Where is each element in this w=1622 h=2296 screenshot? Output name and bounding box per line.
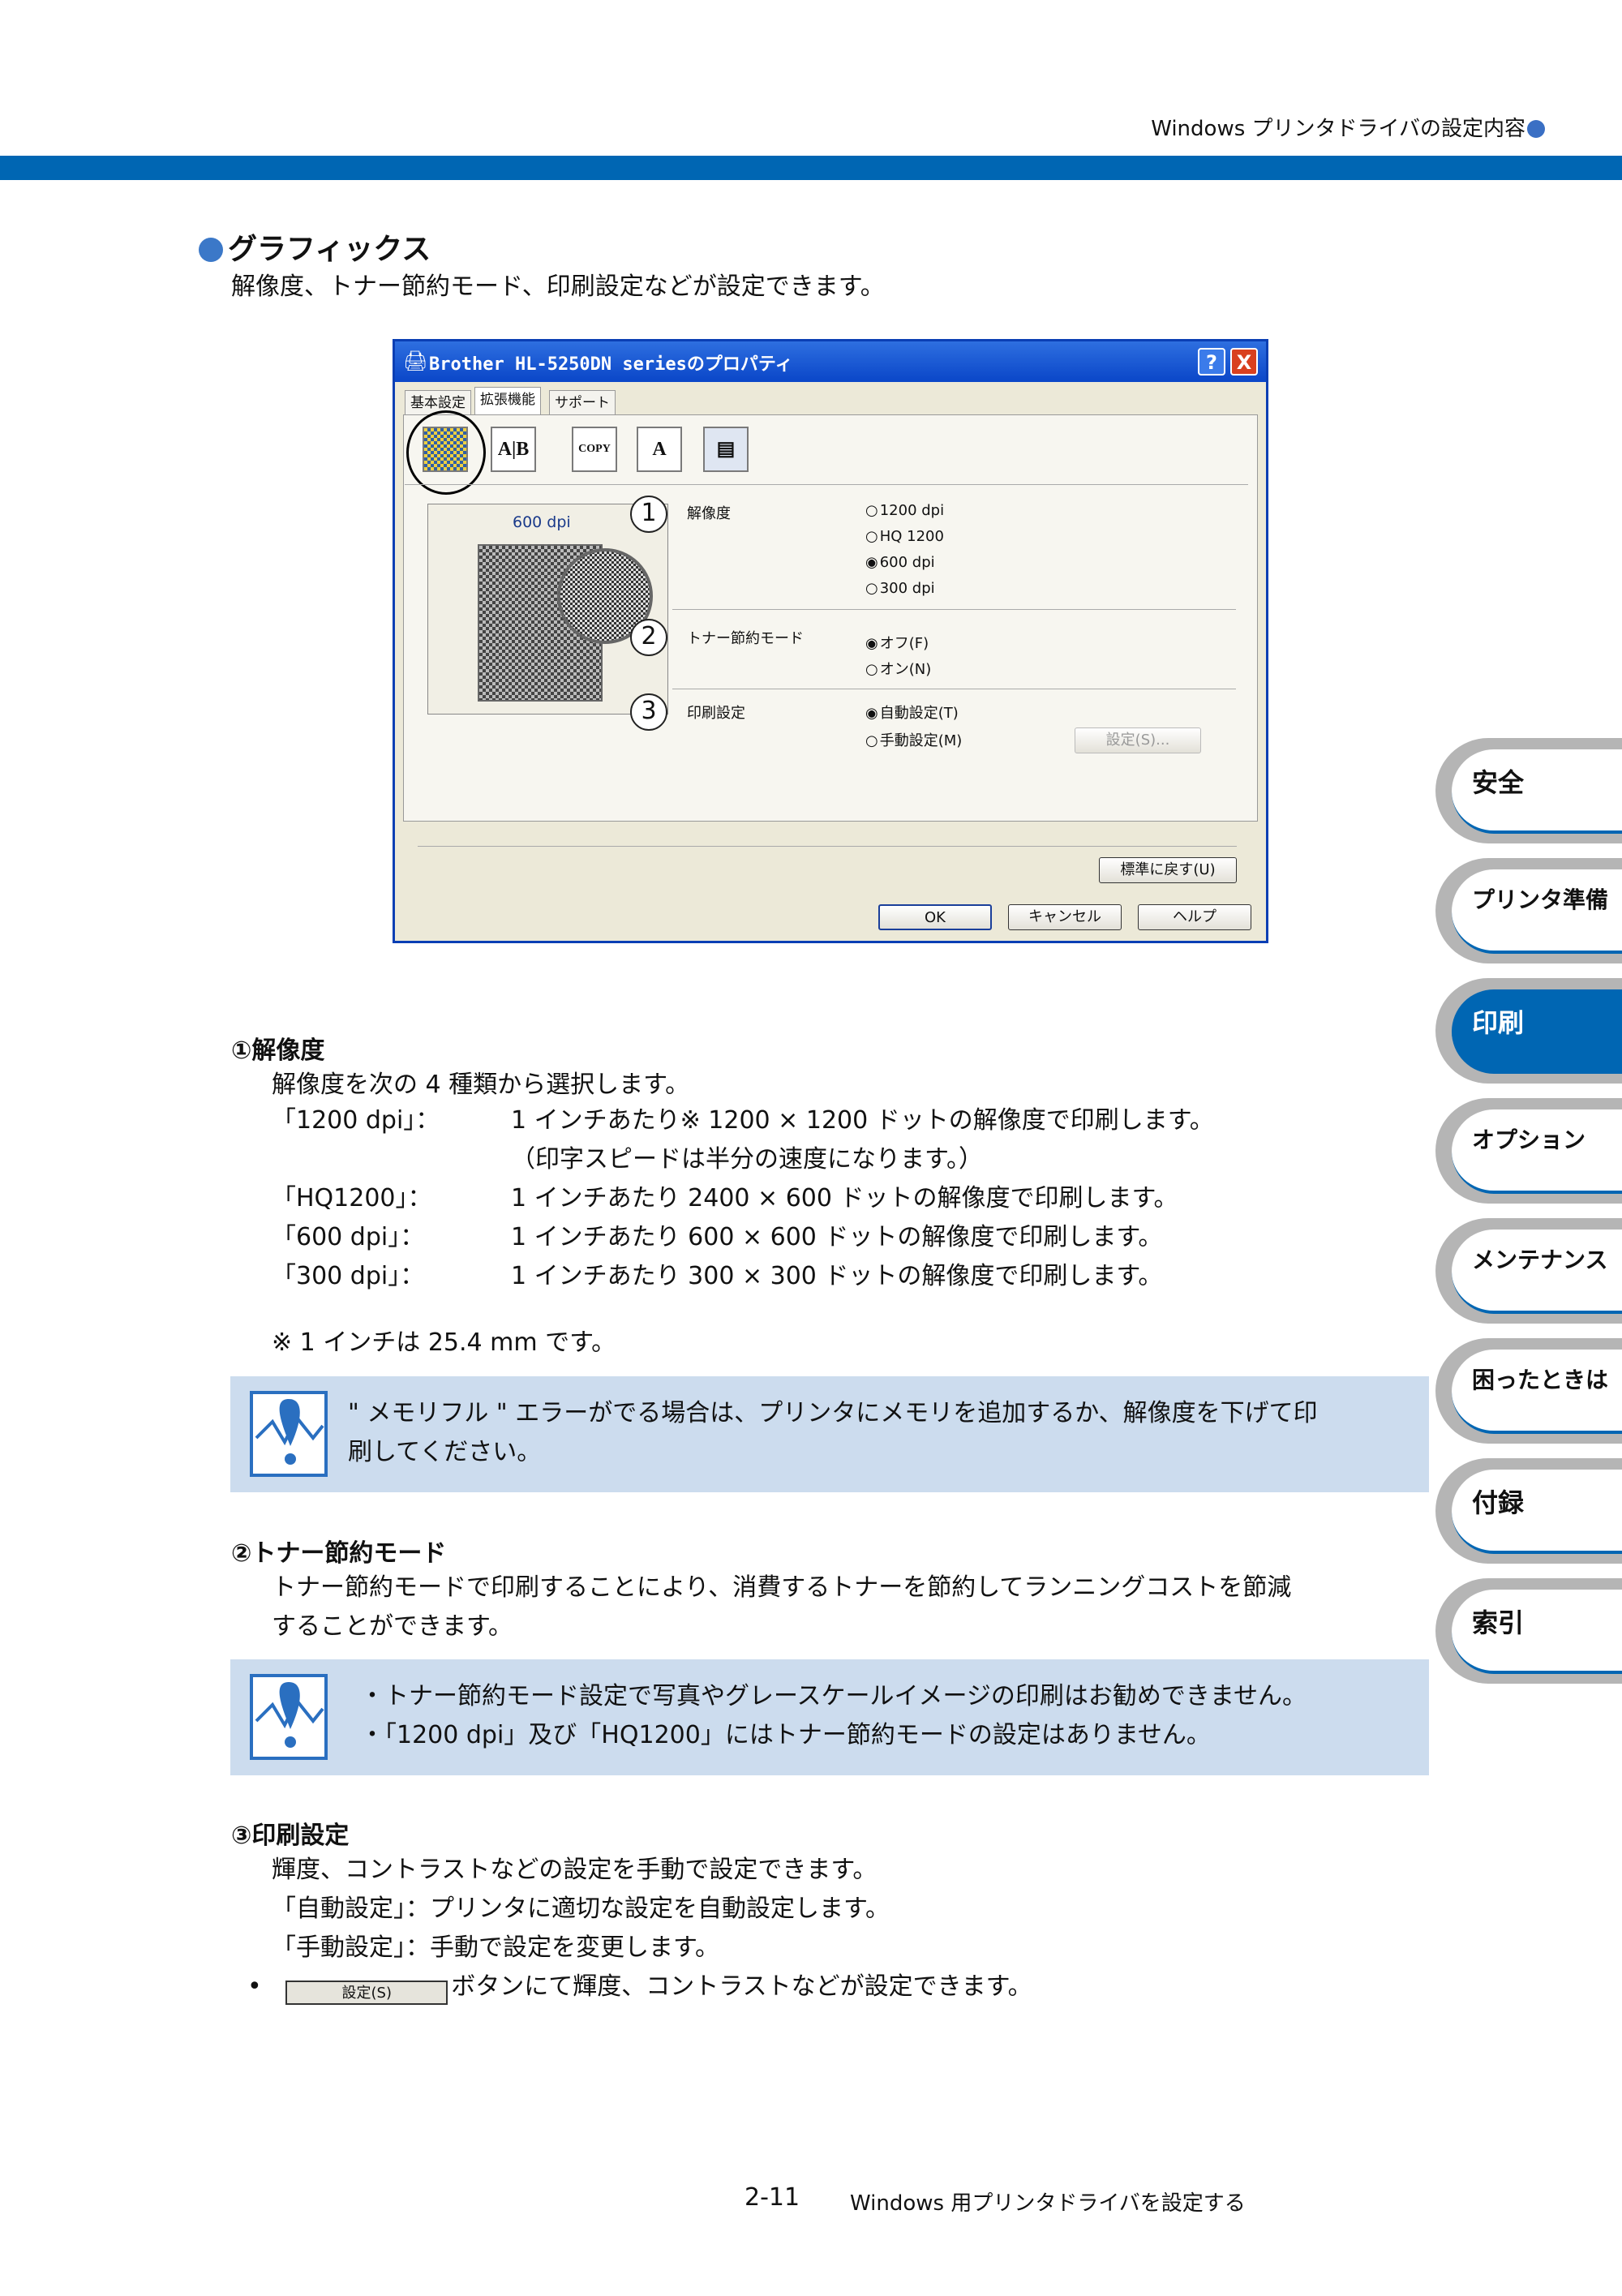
toner-body: することができます。 <box>272 1612 513 1641</box>
side-tab-index[interactable]: 索引 <box>1435 1578 1622 1684</box>
radio-toner-on[interactable]: オン(N) <box>865 658 932 679</box>
toner-save-label: トナー節約モード <box>687 630 804 647</box>
printer-icon: 🖨 <box>403 350 428 372</box>
settings-button-image: 設定(S) <box>285 1981 448 2005</box>
footer-title: Windows 用プリンタドライバを設定する <box>850 2191 1246 2216</box>
printset-line: 輝度、コントラストなどの設定を手動で設定できます。 <box>272 1856 878 1884</box>
resolution-intro: 解像度を次の 4 種類から選択します。 <box>272 1071 690 1099</box>
cancel-button[interactable]: キャンセル <box>1008 904 1122 930</box>
copy-icon[interactable]: COPY <box>572 427 617 472</box>
watermark-icon[interactable]: A|B <box>491 427 536 472</box>
close-icon[interactable]: X <box>1230 348 1258 376</box>
radio-toner-off[interactable]: オフ(F) <box>865 632 929 653</box>
radio-auto[interactable]: 自動設定(T) <box>865 702 959 723</box>
page-number: 2-11 <box>744 2183 800 2212</box>
tab-support[interactable]: サポート <box>549 390 616 414</box>
section-intro: 解像度、トナー節約モード、印刷設定などが設定できます。 <box>231 273 885 301</box>
radio-1200[interactable]: 1200 dpi <box>865 502 944 519</box>
row-desc: 1 インチあたり 300 × 300 ドットの解像度で印刷します。 <box>511 1262 1163 1290</box>
callout-number: 3 <box>630 693 667 731</box>
side-tab-print[interactable]: 印刷 <box>1435 978 1622 1084</box>
row-desc: 1 インチあたり 2400 × 600 ドットの解像度で印刷します。 <box>511 1184 1178 1212</box>
ok-button[interactable]: OK <box>878 904 992 930</box>
resolution-label: 解像度 <box>687 505 731 522</box>
row-key: 「600 dpi」： <box>272 1223 425 1251</box>
bullet-text: ボタンにて輝度、コントラストなどが設定できます。 <box>451 1972 1032 2001</box>
help-icon[interactable]: ? <box>1198 348 1225 376</box>
tab-advanced[interactable]: 拡張機能 <box>474 387 541 414</box>
side-tab-maintenance[interactable]: メンテナンス <box>1435 1218 1622 1324</box>
note-line: 刷してください。 <box>348 1438 542 1466</box>
note-line: " メモリフル " エラーがでる場合は、プリンタにメモリを追加するか、解像度を下… <box>348 1399 1318 1427</box>
callout-number: 1 <box>630 496 667 533</box>
printset-line: 「自動設定」：プリンタに適切な設定を自動設定します。 <box>272 1895 890 1923</box>
radio-manual[interactable]: 手動設定(M) <box>865 729 963 750</box>
running-header: Windows プリンタドライバの設定内容 <box>1151 112 1545 142</box>
dialog-titlebar: 🖨 Brother HL-5250DN seriesのプロパティ ? X <box>395 341 1266 382</box>
bullet-dot-icon <box>199 238 223 262</box>
printset-line: 「手動設定」：手動で設定を変更します。 <box>272 1933 719 1962</box>
bullet-icon: • <box>247 1972 262 2001</box>
row-desc: 1 インチあたり 600 × 600 ドットの解像度で印刷します。 <box>511 1223 1163 1251</box>
radio-hq1200[interactable]: HQ 1200 <box>865 528 944 545</box>
note-box: ・トナー節約モード設定で写真やグレースケールイメージの印刷はお勧めできません。 … <box>230 1659 1429 1775</box>
radio-600[interactable]: 600 dpi <box>865 554 935 571</box>
note-line: ・トナー節約モード設定で写真やグレースケールイメージの印刷はお勧めできません。 <box>360 1682 1307 1710</box>
footnote: ※ 1 インチは 25.4 mm です。 <box>272 1328 616 1357</box>
printset-heading: ③印刷設定 <box>231 1822 350 1850</box>
note-line: ・「1200 dpi」及び「HQ1200」にはトナー節約モードの設定はありません… <box>360 1721 1211 1749</box>
divider <box>418 846 1237 847</box>
preview-label: 600 dpi <box>513 513 571 531</box>
properties-dialog: 🖨 Brother HL-5250DN seriesのプロパティ ? X 基本設… <box>393 339 1268 943</box>
printset-bullet: • 設定(S) ボタンにて輝度、コントラストなどが設定できます。 <box>247 1968 1032 2006</box>
row-desc: 1 インチあたり※ 1200 × 1200 ドットの解像度で印刷します。 <box>511 1106 1214 1135</box>
print-settings-label: 印刷設定 <box>687 705 745 722</box>
divider <box>405 484 1248 485</box>
page-setup-icon[interactable]: A <box>637 427 682 472</box>
resolution-heading: ①解像度 <box>231 1036 325 1065</box>
header-band <box>0 156 1622 180</box>
row-key: 「HQ1200」： <box>272 1184 432 1212</box>
resolution-table: 「1200 dpi」： 1 インチあたり※ 1200 × 1200 ドットの解像度… <box>272 1101 1214 1296</box>
toner-heading: ②トナー節約モード <box>231 1539 447 1568</box>
side-tab-appendix[interactable]: 付録 <box>1435 1458 1622 1564</box>
side-tab-options[interactable]: オプション <box>1435 1098 1622 1204</box>
note-warning-icon <box>250 1391 328 1477</box>
device-options-icon[interactable]: ▤ <box>703 427 749 472</box>
help-button[interactable]: ヘルプ <box>1138 904 1251 930</box>
row-desc: （印字スピードは半分の速度になります。） <box>511 1145 983 1174</box>
callout-number: 2 <box>630 619 667 656</box>
settings-button[interactable]: 設定(S)... <box>1075 727 1201 753</box>
side-tab-printer-prep[interactable]: プリンタ準備 <box>1435 858 1622 963</box>
row-key: 「1200 dpi」： <box>272 1106 440 1135</box>
default-button[interactable]: 標準に戻す(U) <box>1099 857 1237 883</box>
dialog-title: Brother HL-5250DN seriesのプロパティ <box>429 354 793 375</box>
toner-body: トナー節約モードで印刷することにより、消費するトナーを節約してランニングコストを… <box>272 1573 1292 1602</box>
divider <box>672 609 1236 610</box>
radio-300[interactable]: 300 dpi <box>865 580 935 597</box>
side-tab-troubleshooting[interactable]: 困ったときは <box>1435 1338 1622 1444</box>
highlight-circle <box>406 410 486 495</box>
side-tab-safety[interactable]: 安全 <box>1435 738 1622 843</box>
note-box: " メモリフル " エラーがでる場合は、プリンタにメモリを追加するか、解像度を下… <box>230 1376 1429 1492</box>
header-dot-icon <box>1527 120 1545 138</box>
row-key: 「300 dpi」： <box>272 1262 425 1290</box>
note-warning-icon <box>250 1674 328 1760</box>
section-title: グラフィックス <box>199 225 431 268</box>
